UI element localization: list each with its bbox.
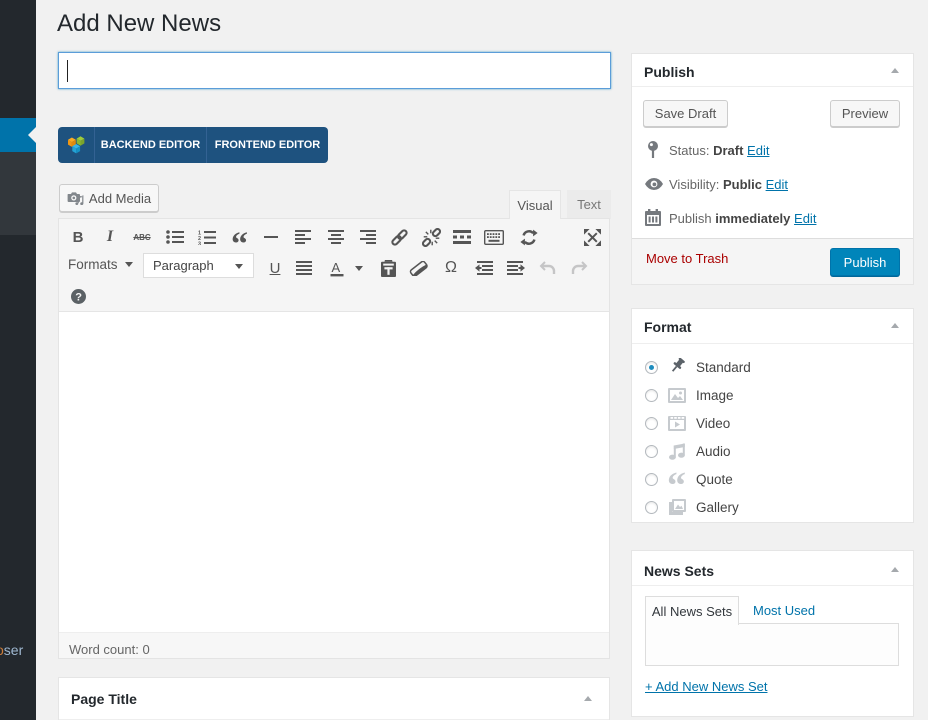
svg-text:“: “: [231, 229, 248, 245]
svg-text:A: A: [332, 260, 341, 275]
svg-text:?: ?: [75, 291, 82, 303]
svg-text:“: “: [667, 471, 686, 488]
svg-text:3: 3: [198, 241, 201, 245]
